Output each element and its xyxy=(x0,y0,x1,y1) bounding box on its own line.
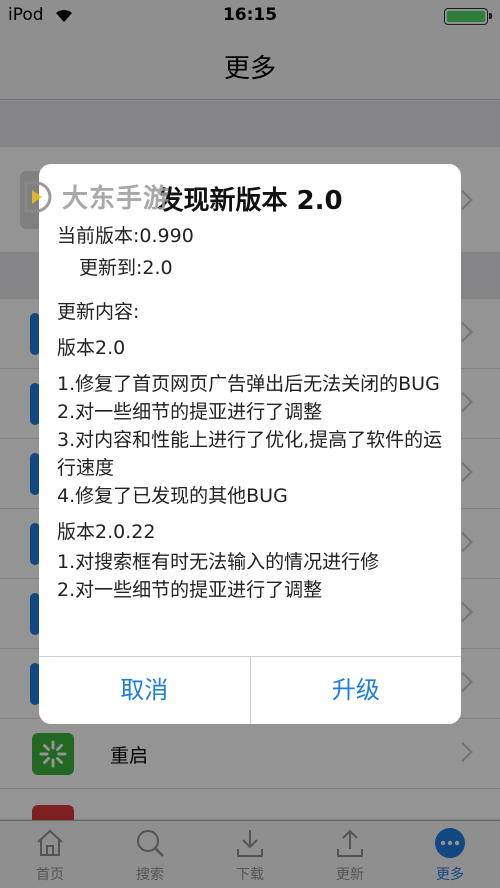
cancel-button[interactable]: 取消 xyxy=(39,657,250,724)
section-version: 版本2.0.22 xyxy=(57,521,156,543)
watermark: 大东手游 xyxy=(22,178,170,215)
changelog-item: 2.对一些细节的提亚进行了调整 xyxy=(57,579,323,601)
content-heading: 更新内容: xyxy=(57,301,140,323)
update-dialog: 发现新版本 2.0 当前版本:0.990 更新到:2.0 更新内容: 版本2.0… xyxy=(39,164,461,724)
changelog-item: 4.修复了已发现的其他BUG xyxy=(57,485,288,507)
watermark-text: 大东手游 xyxy=(62,184,171,214)
changelog-item: 1.对搜索框有时无法输入的情况进行修 xyxy=(57,551,380,573)
update-to: 更新到:2.0 xyxy=(79,257,173,279)
changelog-item: 1.修复了首页网页广告弹出后无法关闭的BUG xyxy=(57,373,440,395)
dialog-body: 当前版本:0.990 更新到:2.0 更新内容: 版本2.0 1.修复了首页网页… xyxy=(57,222,449,604)
dialog-buttons: 取消 升级 xyxy=(39,656,461,724)
section-version: 版本2.0 xyxy=(57,337,126,359)
changelog-item: 3.对内容和性能上进行了优化,提高了软件的运行速度 xyxy=(57,429,443,479)
watermark-logo-icon xyxy=(24,181,52,212)
changelog-item: 2.对一些细节的提亚进行了调整 xyxy=(57,401,323,423)
current-version: 当前版本:0.990 xyxy=(57,225,194,247)
upgrade-button[interactable]: 升级 xyxy=(249,657,462,724)
